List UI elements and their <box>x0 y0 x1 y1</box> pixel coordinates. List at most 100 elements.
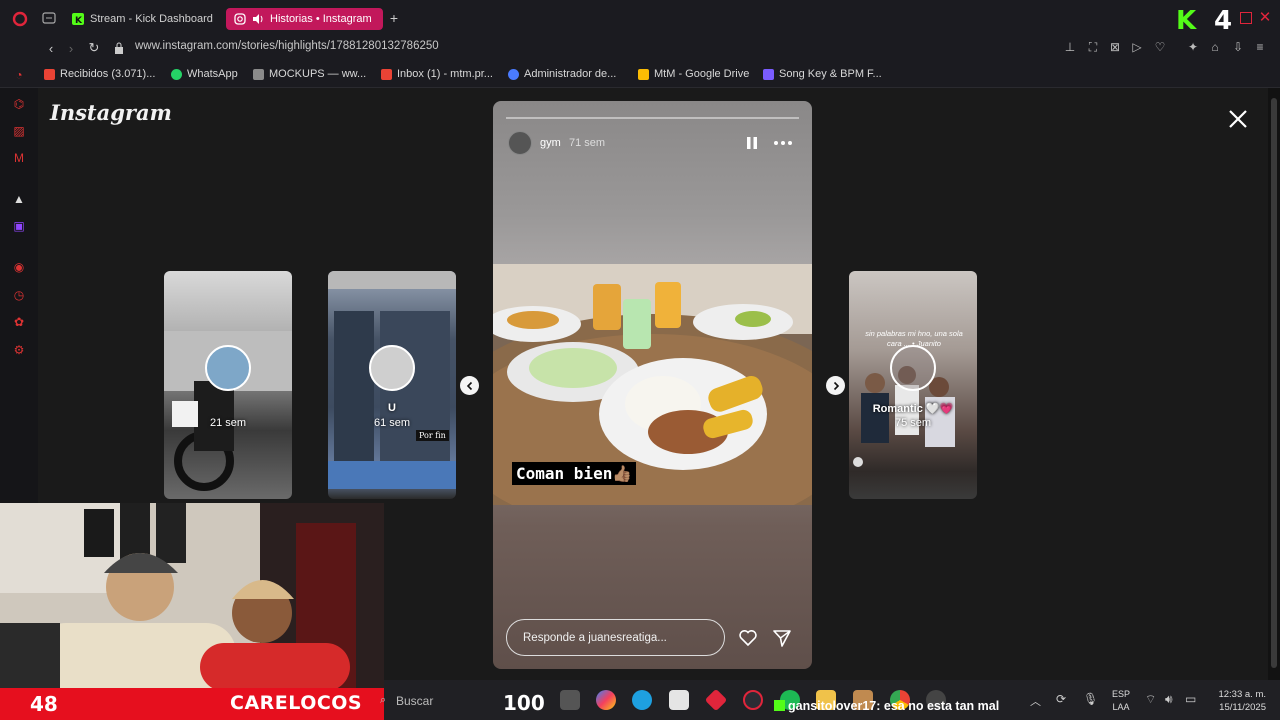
bookmark-label: Song Key & BPM F... <box>779 68 882 80</box>
tab-label: Historias • Instagram <box>270 13 372 25</box>
search-icon[interactable]: ⌕ <box>380 694 386 707</box>
taskbar-search[interactable]: Buscar <box>396 694 433 708</box>
history-icon[interactable]: ◷ <box>12 288 26 302</box>
tab-label: Stream - Kick Dashboard <box>90 13 213 25</box>
settings-gear-icon[interactable]: ⚙ <box>12 343 26 357</box>
back-icon[interactable]: ‹ <box>44 40 58 56</box>
gmail-icon <box>381 68 392 80</box>
previous-story-button[interactable] <box>460 376 479 395</box>
story-card-previous-1[interactable]: U 61 sem Por fin <box>328 271 456 499</box>
close-icon <box>1229 110 1247 128</box>
wallet-icon[interactable]: ⌂ <box>1208 40 1222 54</box>
bookmark-label: WhatsApp <box>187 68 238 80</box>
tray-chevron-icon[interactable]: ︿ <box>1030 693 1041 709</box>
cube-icon <box>253 68 264 80</box>
story-timestamp: 71 sem <box>569 137 606 149</box>
extensions-icon[interactable]: ✦ <box>1186 40 1200 54</box>
bookmark-label: MtM - Google Drive <box>654 68 750 80</box>
kick-icon: K <box>72 13 84 25</box>
gmail-icon <box>44 68 55 80</box>
task-view-icon[interactable] <box>560 690 580 710</box>
speaker-icon[interactable] <box>252 13 264 25</box>
copilot-icon[interactable] <box>596 690 616 710</box>
clock-date: 15/11/2025 <box>1219 702 1266 713</box>
heart-bookmark-icon[interactable]: ♡ <box>1153 40 1167 54</box>
story-card-time: 21 sem <box>209 417 247 429</box>
bookmarks-bar: Recibidos (3.071)... WhatsApp MOCKUPS — … <box>0 62 1280 88</box>
story-username[interactable]: gym <box>540 137 561 149</box>
aria-icon[interactable]: ◔ <box>12 68 26 82</box>
twitch-icon[interactable]: ▣ <box>12 219 26 233</box>
channel-name: CARELOCOS <box>230 692 363 714</box>
taskbar-clock[interactable]: 12:33 a. m. 15/11/2025 <box>1206 688 1266 714</box>
tab-overview-icon[interactable] <box>42 12 56 24</box>
crypto-wallet-icon[interactable]: ⌬ <box>12 97 26 111</box>
pin-icon[interactable]: ⊥ <box>1063 40 1077 54</box>
reply-input[interactable]: Responde a juanesreatiga... <box>506 619 725 656</box>
play-icon[interactable]: ▷ <box>1130 40 1144 54</box>
kick-logo-icon: K <box>1176 6 1197 36</box>
bookmark-song-key[interactable]: Song Key & BPM F... <box>763 68 882 80</box>
maximize-icon[interactable] <box>1240 12 1252 24</box>
more-options-button[interactable] <box>773 136 793 150</box>
bookmark-mockups[interactable]: MOCKUPS — ww... <box>253 68 366 80</box>
gmail-sidebar-icon[interactable]: M <box>12 151 26 165</box>
store-icon[interactable] <box>669 690 689 710</box>
scrollbar-thumb[interactable] <box>1271 98 1277 668</box>
kick-sidebar-icon[interactable]: ▲ <box>12 192 26 206</box>
snapshot-icon[interactable]: ⛶ <box>1086 40 1100 54</box>
bookmark-administrador[interactable]: Administrador de... <box>508 68 616 80</box>
webcam-feed <box>0 503 384 691</box>
opera-icon[interactable] <box>12 11 28 27</box>
instagram-logo[interactable]: Instagram <box>50 100 172 125</box>
story-avatar <box>205 345 251 391</box>
story-card-tag: Por fin <box>416 430 449 441</box>
edge-icon[interactable] <box>632 690 652 710</box>
pinboard-icon[interactable]: ▨ <box>12 124 26 138</box>
bookmark-inbox[interactable]: Inbox (1) - mtm.pr... <box>381 68 493 80</box>
story-owner-avatar[interactable] <box>508 131 532 155</box>
battery-icon[interactable]: ▭ <box>1185 692 1196 706</box>
pause-icon <box>747 137 757 149</box>
reload-icon[interactable]: ↻ <box>87 40 101 56</box>
menu-icon[interactable]: ≡ <box>1253 40 1267 54</box>
next-story-button[interactable] <box>826 376 845 395</box>
language-indicator[interactable]: ESP LAA <box>1112 688 1130 714</box>
bookmark-google-drive[interactable]: MtM - Google Drive <box>638 68 749 80</box>
bookmark-label: Inbox (1) - mtm.pr... <box>397 68 493 80</box>
volume-icon[interactable]: 🔊︎ <box>1165 692 1173 707</box>
close-story-button[interactable] <box>1226 107 1250 131</box>
bookmark-label: Recibidos (3.071)... <box>60 68 156 80</box>
bookmark-gmail[interactable]: Recibidos (3.071)... <box>44 68 155 80</box>
story-card-time: 61 sem <box>373 417 411 429</box>
opera-taskbar-icon[interactable] <box>743 690 763 710</box>
story-card-previous-2[interactable]: 21 sem <box>164 271 292 499</box>
forward-icon[interactable]: › <box>64 40 78 56</box>
pause-button[interactable] <box>746 136 758 150</box>
like-button[interactable] <box>738 628 758 648</box>
svg-text:K: K <box>75 16 83 25</box>
story-card-name: Romantic 🤍💗 <box>872 403 954 415</box>
extensions-sidebar-icon[interactable]: ✿ <box>12 315 26 329</box>
lang-bottom: LAA <box>1112 702 1130 712</box>
tuning-fork-icon <box>763 68 774 80</box>
close-window-icon[interactable]: ✕ <box>1258 9 1272 26</box>
chevron-right-icon <box>833 381 839 390</box>
shield-icon[interactable]: ⊠ <box>1108 40 1122 54</box>
wifi-icon[interactable]: ⌔ <box>1145 692 1156 707</box>
viewer-count: 48 <box>30 692 58 716</box>
tab-instagram-stories[interactable]: Historias • Instagram <box>226 8 383 30</box>
url-field[interactable]: www.instagram.com/stories/highlights/178… <box>135 40 439 52</box>
download-icon[interactable]: ⇩ <box>1231 40 1245 54</box>
new-tab-plus-icon[interactable]: + <box>388 10 400 26</box>
lock-icon[interactable] <box>113 40 125 56</box>
share-button[interactable] <box>772 628 792 648</box>
microphone-icon[interactable]: 🎙︎ <box>1083 692 1098 706</box>
sync-icon[interactable]: ⟳ <box>1056 692 1066 706</box>
reply-placeholder: Responde a juanesreatiga... <box>523 631 667 644</box>
player-icon[interactable]: ◉ <box>12 260 26 274</box>
bookmark-whatsapp[interactable]: WhatsApp <box>171 68 238 80</box>
tab-kick-dashboard[interactable]: K Stream - Kick Dashboard <box>64 8 221 30</box>
story-card-next[interactable]: sin palabras mi hno, una sola cara ... •… <box>849 271 977 499</box>
story-card-name: U <box>388 402 396 414</box>
